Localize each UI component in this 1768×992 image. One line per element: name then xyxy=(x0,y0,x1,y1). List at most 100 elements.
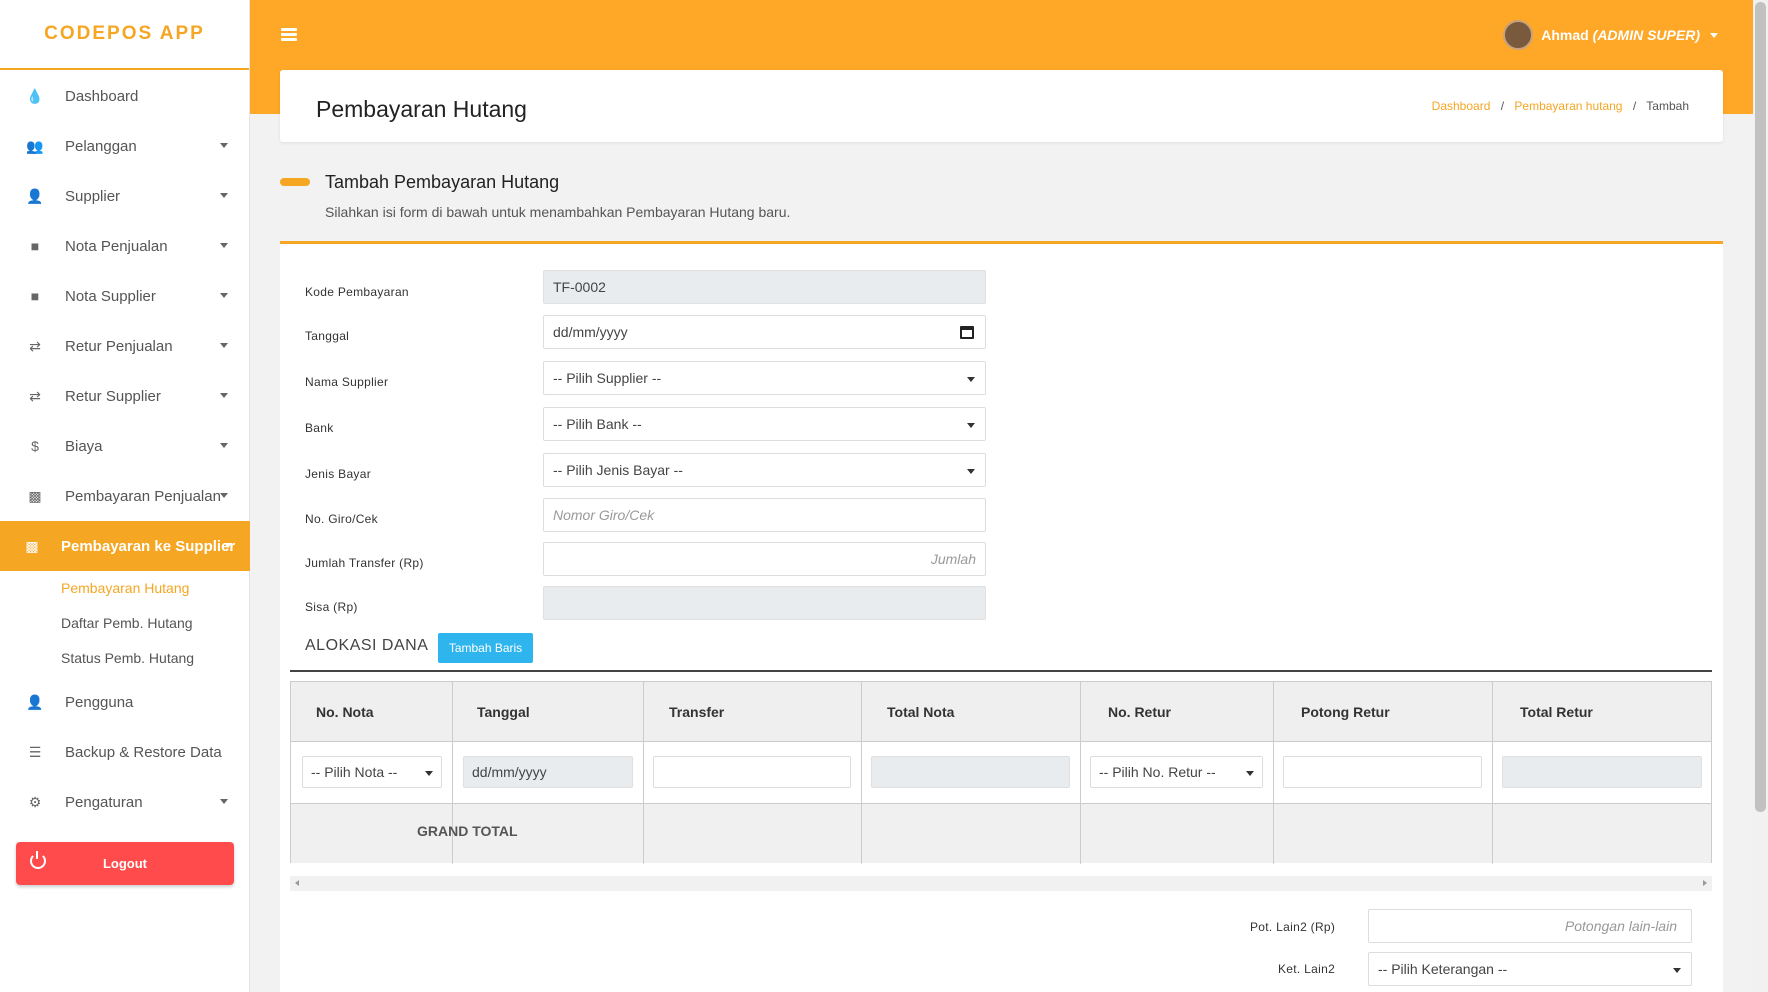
supplier-value: -- Pilih Supplier -- xyxy=(553,370,662,386)
section-title: Tambah Pembayaran Hutang xyxy=(325,172,560,192)
giro-label: No. Giro/Cek xyxy=(305,512,378,526)
scroll-left-icon[interactable] xyxy=(295,880,299,886)
jumlah-transfer-label: Jumlah Transfer (Rp) xyxy=(305,556,424,570)
row-tanggal-value: dd/mm/yyyy xyxy=(472,764,547,780)
scroll-right-icon[interactable] xyxy=(1703,880,1707,886)
bank-select[interactable]: -- Pilih Bank -- xyxy=(543,407,986,441)
chevron-down-icon xyxy=(220,393,228,398)
sidebar-item-pelanggan[interactable]: 👥 Pelanggan xyxy=(0,121,250,171)
chevron-down-icon xyxy=(220,343,228,348)
user-role: (ADMIN SUPER) xyxy=(1592,27,1700,43)
chevron-down-icon xyxy=(220,443,228,448)
no-nota-value: -- Pilih Nota -- xyxy=(311,764,398,780)
bank-label: Bank xyxy=(305,421,334,435)
sidebar-item-pembayaran-ke-supplier[interactable]: ▩ Pembayaran ke Supplier xyxy=(0,521,250,571)
potong-retur-input[interactable] xyxy=(1283,756,1482,788)
ket-lain-label: Ket. Lain2 xyxy=(1278,962,1336,976)
giro-input[interactable]: Nomor Giro/Cek xyxy=(543,498,986,532)
brand-logo[interactable]: CODEPOS APP xyxy=(0,0,249,70)
column-divider xyxy=(1273,682,1274,864)
sidebar-item-dashboard[interactable]: 💧 Dashboard xyxy=(0,71,250,121)
avatar xyxy=(1503,20,1534,50)
caret-down-icon xyxy=(1673,968,1681,973)
col-header-tanggal: Tanggal xyxy=(477,704,530,720)
breadcrumb-pembayaran-hutang[interactable]: Pembayaran hutang xyxy=(1514,99,1622,113)
pot-lain-placeholder: Potongan lain-lain xyxy=(1564,918,1677,934)
ket-lain-value: -- Pilih Keterangan -- xyxy=(1378,961,1508,977)
scrollbar-thumb[interactable] xyxy=(1755,2,1766,812)
sidebar-item-pengaturan[interactable]: ⚙ Pengaturan xyxy=(0,777,250,827)
kode-field: TF-0002 xyxy=(543,270,986,304)
breadcrumb-separator: / xyxy=(1632,99,1637,113)
chevron-down-icon xyxy=(220,493,228,498)
submenu-item-pembayaran-hutang[interactable]: Pembayaran Hutang xyxy=(61,580,189,596)
exchange-icon: ⇄ xyxy=(29,387,41,404)
sidebar-item-label: Biaya xyxy=(65,437,103,455)
pot-lain-input[interactable]: Potongan lain-lain xyxy=(1368,909,1692,943)
breadcrumb: Dashboard / Pembayaran hutang / Tambah xyxy=(1432,99,1689,113)
column-divider xyxy=(861,682,862,864)
alokasi-table: No. Nota Tanggal Transfer Total Nota No.… xyxy=(290,681,1712,864)
caret-down-icon xyxy=(967,377,975,382)
sidebar-item-label: Supplier xyxy=(65,187,121,205)
sidebar: CODEPOS APP 💧 Dashboard 👥 Pelanggan 👤 Su… xyxy=(0,0,250,992)
fire-icon: 💧 xyxy=(26,87,44,104)
chevron-down-icon xyxy=(220,193,228,198)
caret-down-icon xyxy=(425,771,433,776)
section-accent-pill xyxy=(280,178,310,186)
sidebar-item-biaya[interactable]: $ Biaya xyxy=(0,421,250,471)
no-retur-value: -- Pilih No. Retur -- xyxy=(1099,764,1216,780)
supplier-select[interactable]: -- Pilih Supplier -- xyxy=(543,361,986,395)
sidebar-item-label: Dashboard xyxy=(65,87,139,105)
user-menu[interactable]: Ahmad (ADMIN SUPER) xyxy=(1503,20,1718,50)
sidebar-item-label: Retur Supplier xyxy=(65,387,161,405)
sisa-label: Sisa (Rp) xyxy=(305,600,358,614)
page-title: Pembayaran Hutang xyxy=(316,96,527,122)
jumlah-placeholder: Jumlah xyxy=(930,551,976,567)
divider xyxy=(290,670,1712,672)
sidebar-item-supplier[interactable]: 👤 Supplier xyxy=(0,171,250,221)
sidebar-item-label: Pelanggan xyxy=(65,137,137,155)
caret-down-icon xyxy=(967,469,975,474)
no-nota-select[interactable]: -- Pilih Nota -- xyxy=(302,756,442,788)
submenu-item-status-pemb-hutang[interactable]: Status Pemb. Hutang xyxy=(61,650,194,666)
submenu-item-daftar-pemb-hutang[interactable]: Daftar Pemb. Hutang xyxy=(61,615,193,631)
sidebar-item-retur-penjualan[interactable]: ⇄ Retur Penjualan xyxy=(0,321,250,371)
brand-text: CODEPOS APP xyxy=(44,23,205,44)
sidebar-item-label: Pengguna xyxy=(65,693,134,711)
jumlah-transfer-input[interactable]: Jumlah xyxy=(543,542,986,576)
sidebar-item-pembayaran-penjualan[interactable]: ▩ Pembayaran Penjualan xyxy=(0,471,250,521)
column-divider xyxy=(1080,682,1081,864)
vertical-scrollbar[interactable] xyxy=(1753,0,1768,992)
cogs-icon: ⚙ xyxy=(28,793,42,810)
hamburger-menu-icon[interactable] xyxy=(281,28,297,42)
money-icon: ▩ xyxy=(28,487,42,504)
sticky-note-icon: ■ xyxy=(30,288,40,304)
logout-button[interactable]: Logout xyxy=(16,842,234,885)
no-retur-select[interactable]: -- Pilih No. Retur -- xyxy=(1090,756,1263,788)
tambah-baris-button[interactable]: Tambah Baris xyxy=(438,633,533,663)
sidebar-item-backup-restore[interactable]: ☰ Backup & Restore Data xyxy=(0,727,250,777)
ket-lain-select[interactable]: -- Pilih Keterangan -- xyxy=(1368,952,1692,986)
exchange-icon: ⇄ xyxy=(29,337,41,354)
kode-label: Kode Pembayaran xyxy=(305,285,409,299)
tanggal-field[interactable]: dd/mm/yyyy xyxy=(543,315,986,349)
jenis-bayar-select[interactable]: -- Pilih Jenis Bayar -- xyxy=(543,453,986,487)
database-icon: ☰ xyxy=(28,743,42,760)
user-icon: 👤 xyxy=(26,693,44,710)
breadcrumb-dashboard[interactable]: Dashboard xyxy=(1432,99,1491,113)
sidebar-item-pengguna[interactable]: 👤 Pengguna xyxy=(0,677,250,727)
logout-label: Logout xyxy=(102,856,148,871)
chevron-down-icon xyxy=(220,243,228,248)
sidebar-item-label: Pengaturan xyxy=(65,793,143,811)
col-header-no-retur: No. Retur xyxy=(1108,704,1171,720)
horizontal-scrollbar[interactable] xyxy=(290,876,1712,891)
power-icon xyxy=(30,851,46,869)
transfer-input[interactable] xyxy=(653,756,851,788)
calendar-icon[interactable] xyxy=(960,326,974,339)
sidebar-item-retur-supplier[interactable]: ⇄ Retur Supplier xyxy=(0,371,250,421)
sidebar-item-nota-penjualan[interactable]: ■ Nota Penjualan xyxy=(0,221,250,271)
sidebar-item-nota-supplier[interactable]: ■ Nota Supplier xyxy=(0,271,250,321)
total-nota-field xyxy=(871,756,1070,788)
jenis-bayar-label: Jenis Bayar xyxy=(305,467,371,481)
